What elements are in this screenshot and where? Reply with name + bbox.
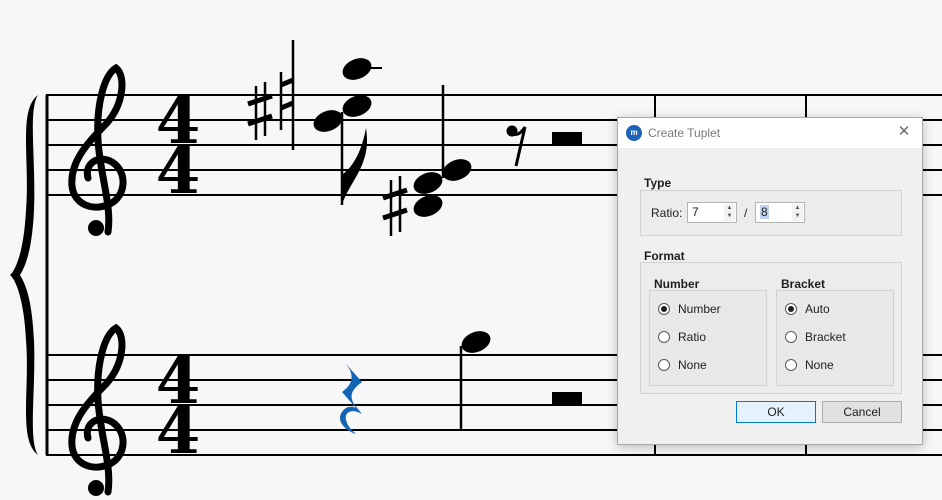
format-group: Number Number Ratio None Bracket Auto Br…	[640, 262, 902, 394]
radio-label: Auto	[805, 302, 830, 316]
radio-button[interactable]	[658, 331, 670, 343]
close-icon[interactable]: ✕	[894, 122, 914, 142]
denominator-value: 8	[760, 205, 769, 219]
number-group: Number Ratio None	[649, 290, 767, 386]
radio-button[interactable]	[785, 303, 797, 315]
half-rest-icon	[552, 132, 582, 145]
number-group-heading: Number	[654, 277, 700, 291]
dialog-titlebar[interactable]: m Create Tuplet ✕	[618, 118, 922, 149]
radio-label: Number	[678, 302, 721, 316]
radio-label: None	[805, 358, 834, 372]
dialog-title: Create Tuplet	[648, 126, 721, 140]
bracket-group-heading: Bracket	[781, 277, 826, 291]
time-signature-denominator: 4	[156, 134, 201, 209]
radio-button[interactable]	[785, 359, 797, 371]
musescore-logo-icon: m	[626, 125, 642, 141]
radio-label: None	[678, 358, 707, 372]
type-heading: Type	[644, 176, 672, 190]
spin-down-icon[interactable]: ▼	[792, 212, 803, 221]
radio-button[interactable]	[658, 359, 670, 371]
radio-button[interactable]	[658, 303, 670, 315]
numerator-spinbox[interactable]: 7 ▲ ▼	[687, 202, 737, 223]
ratio-separator: /	[744, 206, 748, 220]
bracket-group: Auto Bracket None	[776, 290, 894, 386]
type-group: Ratio: 7 ▲ ▼ / 8 ▲ ▼	[640, 190, 902, 236]
format-heading: Format	[644, 249, 685, 263]
radio-label: Bracket	[805, 330, 846, 344]
cancel-button[interactable]: Cancel	[822, 401, 902, 423]
numerator-value: 7	[692, 205, 699, 219]
time-signature-denominator: 4	[156, 394, 201, 469]
radio-button[interactable]	[785, 331, 797, 343]
half-rest-icon	[552, 392, 582, 405]
radio-label: Ratio	[678, 330, 707, 344]
denominator-spinbox[interactable]: 8 ▲ ▼	[755, 202, 805, 223]
ok-button[interactable]: OK	[736, 401, 816, 423]
spin-down-icon[interactable]: ▼	[724, 212, 735, 221]
ratio-label: Ratio:	[651, 206, 683, 220]
create-tuplet-dialog: m Create Tuplet ✕ Type Ratio: 7 ▲ ▼ / 8 …	[617, 117, 923, 445]
